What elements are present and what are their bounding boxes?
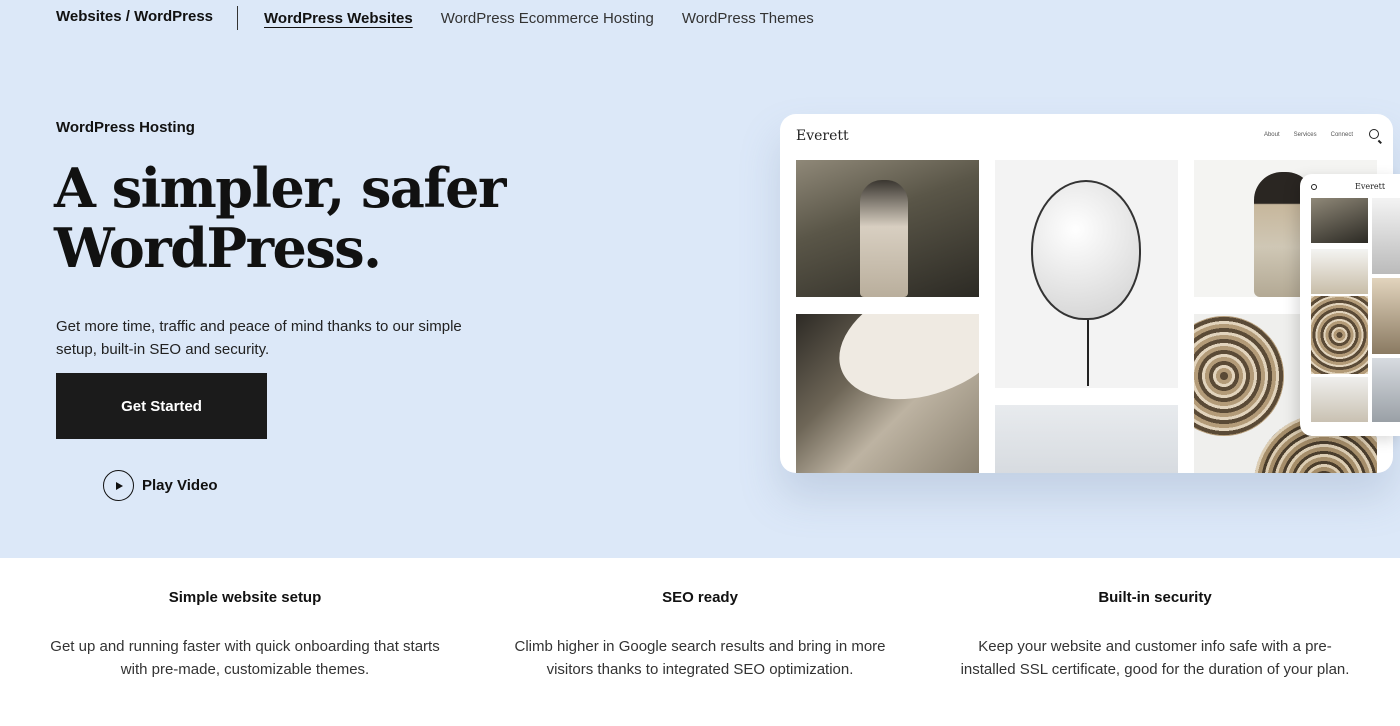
mobile-preview-mockup: Everett (1300, 174, 1400, 436)
mockup-nav: About Services Connect (1264, 132, 1353, 138)
photo-balloon (995, 160, 1178, 388)
phone-brand: Everett (1355, 182, 1386, 191)
search-icon (1369, 129, 1379, 139)
breadcrumb[interactable]: Websites / WordPress (56, 8, 213, 25)
phone-thumb-balloon (1372, 198, 1400, 274)
phone-thumb-woman (1311, 249, 1368, 294)
feature-seo-ready: SEO ready Climb higher in Google search … (505, 589, 895, 681)
sub-navigation: Websites / WordPress WordPress Websites … (56, 0, 842, 36)
phone-thumb-sky (1372, 358, 1400, 422)
hero-section: Websites / WordPress WordPress Websites … (0, 0, 1400, 558)
hero-description: Get more time, traffic and peace of mind… (56, 318, 462, 358)
feature-description: Get up and running faster with quick onb… (50, 638, 440, 678)
photo-photographer (796, 160, 979, 297)
nav-link-wordpress-websites[interactable]: WordPress Websites (264, 10, 413, 27)
feature-simple-setup: Simple website setup Get up and running … (50, 589, 440, 681)
feature-title: SEO ready (662, 589, 738, 606)
feature-built-in-security: Built-in security Keep your website and … (960, 589, 1350, 681)
mockup-nav-connect: Connect (1330, 132, 1353, 138)
get-started-button[interactable]: Get Started (56, 373, 267, 439)
feature-title: Built-in security (1098, 589, 1212, 606)
phone-thumb-baskets (1311, 296, 1368, 374)
play-video-button[interactable]: Play Video (103, 470, 218, 501)
play-icon[interactable] (103, 470, 134, 501)
feature-description: Climb higher in Google search results an… (514, 638, 886, 678)
mockup-nav-about: About (1263, 132, 1280, 138)
feature-title: Simple website setup (168, 589, 322, 606)
photo-hat (796, 314, 979, 473)
feature-description: Keep your website and customer info safe… (960, 638, 1350, 678)
nav-link-wordpress-ecommerce-hosting[interactable]: WordPress Ecommerce Hosting (441, 10, 654, 27)
hero-headline: A simpler, safer WordPress. (54, 158, 654, 278)
nav-divider (237, 6, 239, 30)
hero-headline-line-1: A simpler, safer (54, 156, 506, 220)
search-icon (1311, 184, 1317, 190)
phone-thumb-photographer (1311, 198, 1368, 243)
phone-thumb-person (1311, 377, 1368, 422)
mockup-brand: Everett (796, 128, 849, 144)
nav-link-wordpress-themes[interactable]: WordPress Themes (682, 10, 814, 27)
mockup-nav-services: Services (1293, 132, 1317, 138)
play-video-label[interactable]: Play Video (142, 477, 218, 494)
photo-sky (995, 405, 1178, 473)
phone-thumb-texture (1372, 278, 1400, 354)
hero-eyebrow: WordPress Hosting (56, 119, 195, 136)
hero-headline-line-2: WordPress. (54, 216, 382, 280)
